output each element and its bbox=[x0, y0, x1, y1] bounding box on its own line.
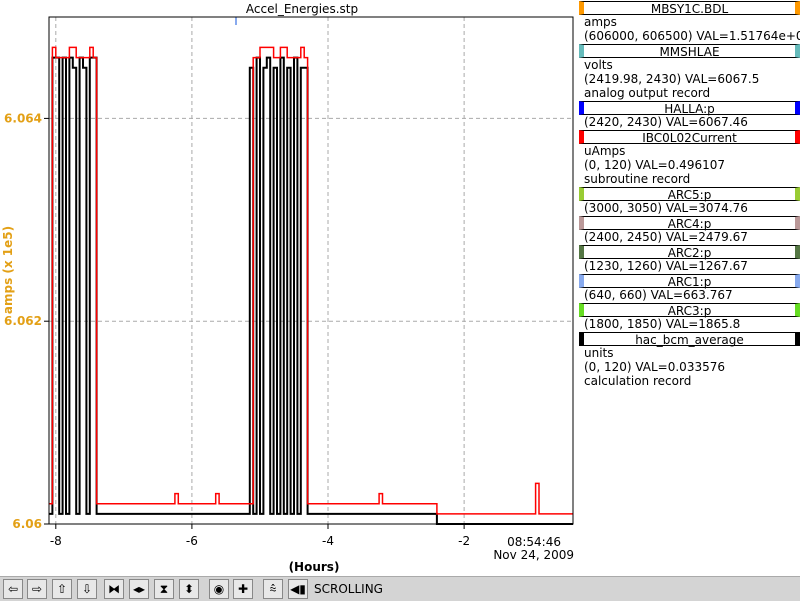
legend-panel: MBSY1C.BDL amps (606000, 606500) VAL=1.517… bbox=[579, 0, 800, 388]
zoom-in-vertical-button[interactable]: ⧗ bbox=[154, 579, 174, 599]
legend-detail: (0, 120) VAL=0.496107 bbox=[584, 158, 725, 172]
zoom-in-horizontal-icon: ⧓ bbox=[108, 582, 120, 596]
legend-detail: uAmps bbox=[584, 144, 626, 158]
legend-entry-mmshlae[interactable]: MMSHLAE bbox=[579, 44, 800, 59]
y-axis-label: amps (x 1e5) bbox=[1, 226, 15, 314]
x-tick-label: -6 bbox=[186, 534, 198, 548]
zoom-out-vertical-button[interactable]: ⬍ bbox=[179, 579, 199, 599]
toolbar: ⇦ ⇨ ⇧ ⇩ ⧓ ◂▸ ⧗ ⬍ ◉ ✚ ⩯ ◀▮ SCROLLING bbox=[0, 576, 800, 601]
legend-entry-hac-bcm-average[interactable]: hac_bcm_average bbox=[579, 332, 800, 347]
legend-detail: amps bbox=[584, 15, 617, 29]
legend-entry-arc5-p[interactable]: ARC5:p bbox=[579, 187, 800, 202]
zoom-out-horizontal-button[interactable]: ◂▸ bbox=[129, 579, 149, 599]
zoom-out-vertical-icon: ⬍ bbox=[183, 582, 195, 596]
y-ticks: 6.06 6.062 6.064 bbox=[4, 111, 49, 531]
legend-detail: (0, 120) VAL=0.033576 bbox=[584, 360, 725, 374]
legend-detail: units bbox=[584, 346, 614, 360]
auto-scale-icon: ◉ bbox=[213, 582, 225, 596]
x-tick-label: -4 bbox=[322, 534, 334, 548]
legend-detail: (2419.98, 2430) VAL=6067.5 bbox=[584, 72, 760, 86]
y-tick-label: 6.062 bbox=[4, 314, 42, 328]
pan-down-button[interactable]: ⇩ bbox=[77, 579, 97, 599]
time-label: 08:54:46 bbox=[507, 535, 561, 549]
legend-entry-mbsy1c-bdl[interactable]: MBSY1C.BDL bbox=[579, 1, 800, 16]
legend-entry-arc4-p[interactable]: ARC4:p bbox=[579, 216, 800, 231]
legend-detail: (1230, 1260) VAL=1267.67 bbox=[584, 259, 748, 273]
pan-right-icon: ⇨ bbox=[31, 582, 43, 596]
auto-scale-button[interactable]: ◉ bbox=[209, 579, 229, 599]
scroll-button[interactable]: ◀▮ bbox=[288, 579, 308, 599]
x-axis-label: (Hours) bbox=[289, 560, 340, 574]
scrolling-status: SCROLLING bbox=[314, 582, 383, 596]
add-button[interactable]: ✚ bbox=[233, 579, 253, 599]
plot-frame bbox=[48, 16, 574, 525]
legend-detail: calculation record bbox=[584, 374, 692, 388]
legend-entry-arc2-p[interactable]: ARC2:p bbox=[579, 245, 800, 260]
pan-up-button[interactable]: ⇧ bbox=[52, 579, 72, 599]
series-line-0 bbox=[49, 56, 573, 525]
legend-entry-arc1-p[interactable]: ARC1:p bbox=[579, 274, 800, 289]
pan-down-icon: ⇩ bbox=[81, 582, 93, 596]
legend-detail: (640, 660) VAL=663.767 bbox=[584, 288, 733, 302]
grid-lines bbox=[49, 17, 573, 524]
strip-chart[interactable]: Accel_Energies.stp -8 -6 -4 -2 6.066.0626.0… bbox=[0, 0, 579, 576]
legend-entry-arc3-p[interactable]: ARC3:p bbox=[579, 303, 800, 318]
legend-detail: analog output record bbox=[584, 86, 711, 100]
legend-detail: subroutine record bbox=[584, 172, 691, 186]
x-ticks: -8 -6 -4 -2 bbox=[50, 524, 470, 548]
x-tick-label: -2 bbox=[458, 534, 470, 548]
x-tick-label: -8 bbox=[50, 534, 62, 548]
rescale-icon: ⩯ bbox=[269, 582, 277, 596]
add-icon: ✚ bbox=[237, 582, 249, 596]
pan-left-button[interactable]: ⇦ bbox=[3, 579, 23, 599]
legend-detail: (3000, 3050) VAL=3074.76 bbox=[584, 201, 748, 215]
legend-detail: (1800, 1850) VAL=1865.8 bbox=[584, 317, 741, 331]
legend-detail: (606000, 606500) VAL=1.51764e+06 bbox=[584, 29, 800, 43]
pan-up-icon: ⇧ bbox=[56, 582, 68, 596]
date-label: Nov 24, 2009 bbox=[493, 548, 574, 562]
legend-detail: volts bbox=[584, 58, 613, 72]
zoom-in-horizontal-button[interactable]: ⧓ bbox=[104, 579, 124, 599]
rescale-button[interactable]: ⩯ bbox=[263, 579, 283, 599]
zoom-out-horizontal-icon: ◂▸ bbox=[132, 582, 146, 596]
y-tick-label: 6.064 bbox=[4, 111, 42, 125]
series-line-1 bbox=[49, 46, 573, 515]
y-tick-label: 6.06 bbox=[12, 517, 42, 531]
pan-right-button[interactable]: ⇨ bbox=[27, 579, 47, 599]
legend-entry-halla-p[interactable]: HALLA:p bbox=[579, 101, 800, 116]
scroll-icon: ◀▮ bbox=[290, 582, 306, 596]
chart-title: Accel_Energies.stp bbox=[246, 2, 358, 16]
legend-detail: (2400, 2450) VAL=2479.67 bbox=[584, 230, 748, 244]
legend-entry-ibc0l02current[interactable]: IBC0L02Current bbox=[579, 130, 800, 145]
legend-detail: (2420, 2430) VAL=6067.46 bbox=[584, 115, 748, 129]
pan-left-icon: ⇦ bbox=[7, 582, 19, 596]
zoom-in-vertical-icon: ⧗ bbox=[159, 582, 169, 596]
